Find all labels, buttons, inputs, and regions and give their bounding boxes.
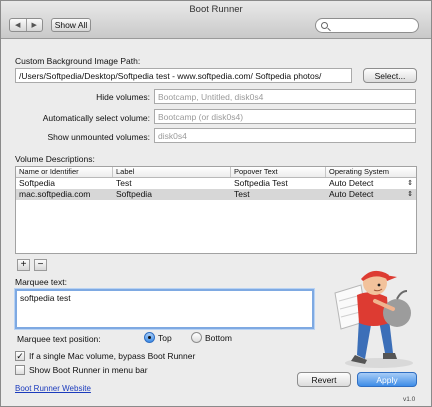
- menubar-label: Show Boot Runner in menu bar: [29, 365, 148, 375]
- menubar-checkbox[interactable]: Show Boot Runner in menu bar: [15, 365, 148, 375]
- remove-row-button[interactable]: −: [34, 259, 47, 271]
- marquee-text-field[interactable]: softpedia test: [15, 289, 314, 329]
- hide-volumes-field[interactable]: Bootcamp, Untitled, disk0s4: [154, 89, 416, 104]
- cell-popover[interactable]: Softpedia Test: [231, 178, 326, 189]
- volume-table[interactable]: Name or Identifier Label Popover Text Op…: [15, 166, 417, 254]
- os-popup[interactable]: Auto Detect ⇕: [326, 178, 416, 189]
- bypass-checkbox[interactable]: ✓ If a single Mac volume, bypass Boot Ru…: [15, 351, 195, 361]
- background-path-label: Custom Background Image Path:: [15, 56, 141, 66]
- cell-label[interactable]: Test: [113, 178, 231, 189]
- search-field[interactable]: [315, 18, 419, 33]
- radio-bottom-label: Bottom: [205, 332, 232, 343]
- popup-stepper-icon: ⇕: [407, 191, 413, 198]
- os-popup[interactable]: Auto Detect ⇕: [326, 189, 416, 200]
- select-button[interactable]: Select...: [363, 68, 417, 83]
- window-title: Boot Runner: [189, 4, 243, 15]
- radio-top[interactable]: Top: [144, 332, 172, 343]
- cell-os: Auto Detect: [329, 178, 374, 188]
- title-bar: Boot Runner ◀ ▶ Show All: [1, 1, 431, 39]
- preferences-window: Boot Runner ◀ ▶ Show All Custom Backgrou…: [0, 0, 432, 407]
- revert-button[interactable]: Revert: [297, 372, 351, 387]
- apply-button[interactable]: Apply: [357, 372, 417, 387]
- radio-top-indicator[interactable]: [144, 332, 155, 343]
- cell-name[interactable]: mac.softpedia.com: [16, 189, 113, 200]
- cell-name[interactable]: Softpedia: [16, 178, 113, 189]
- search-input[interactable]: [332, 20, 418, 31]
- checkmark-icon[interactable]: ✓: [15, 351, 25, 361]
- table-row[interactable]: Softpedia Test Softpedia Test Auto Detec…: [16, 178, 416, 189]
- version-label: v1.0: [403, 396, 416, 403]
- radio-top-label: Top: [158, 332, 172, 343]
- table-row[interactable]: mac.softpedia.com Softpedia Test Auto De…: [16, 189, 416, 200]
- hide-volumes-label: Hide volumes:: [96, 92, 150, 102]
- cell-os: Auto Detect: [329, 189, 374, 199]
- nav-buttons: ◀ ▶: [9, 18, 43, 32]
- add-row-button[interactable]: +: [17, 259, 30, 271]
- column-header-label[interactable]: Label: [113, 167, 231, 177]
- cell-label[interactable]: Softpedia: [113, 189, 231, 200]
- mascot-illustration: [334, 270, 413, 368]
- show-unmounted-label: Show unmounted volumes:: [47, 132, 150, 142]
- table-header: Name or Identifier Label Popover Text Op…: [16, 167, 416, 178]
- column-header-name[interactable]: Name or Identifier: [16, 167, 113, 177]
- cell-popover[interactable]: Test: [231, 189, 326, 200]
- menubar-checkbox-box[interactable]: [15, 365, 25, 375]
- show-all-button[interactable]: Show All: [51, 18, 91, 32]
- back-icon[interactable]: ◀: [10, 19, 26, 31]
- background-path-field[interactable]: /Users/Softpedia/Desktop/Softpedia test …: [15, 68, 352, 83]
- popup-stepper-icon: ⇕: [407, 180, 413, 187]
- marquee-text-label: Marquee text:: [15, 277, 67, 287]
- column-header-popover[interactable]: Popover Text: [231, 167, 326, 177]
- bypass-label: If a single Mac volume, bypass Boot Runn…: [29, 351, 196, 361]
- website-link[interactable]: Boot Runner Website: [15, 384, 91, 393]
- forward-icon[interactable]: ▶: [25, 19, 43, 31]
- radio-bottom-indicator[interactable]: [191, 332, 202, 343]
- auto-select-field[interactable]: Bootcamp (or disk0s4): [154, 109, 416, 124]
- search-icon: [321, 22, 328, 29]
- show-unmounted-field[interactable]: disk0s4: [154, 128, 416, 143]
- auto-select-label: Automatically select volume:: [42, 113, 150, 123]
- marquee-position-label: Marquee text position:: [17, 334, 101, 344]
- column-header-os[interactable]: Operating System: [326, 167, 416, 177]
- radio-bottom[interactable]: Bottom: [191, 332, 232, 343]
- volume-descriptions-label: Volume Descriptions:: [15, 154, 95, 164]
